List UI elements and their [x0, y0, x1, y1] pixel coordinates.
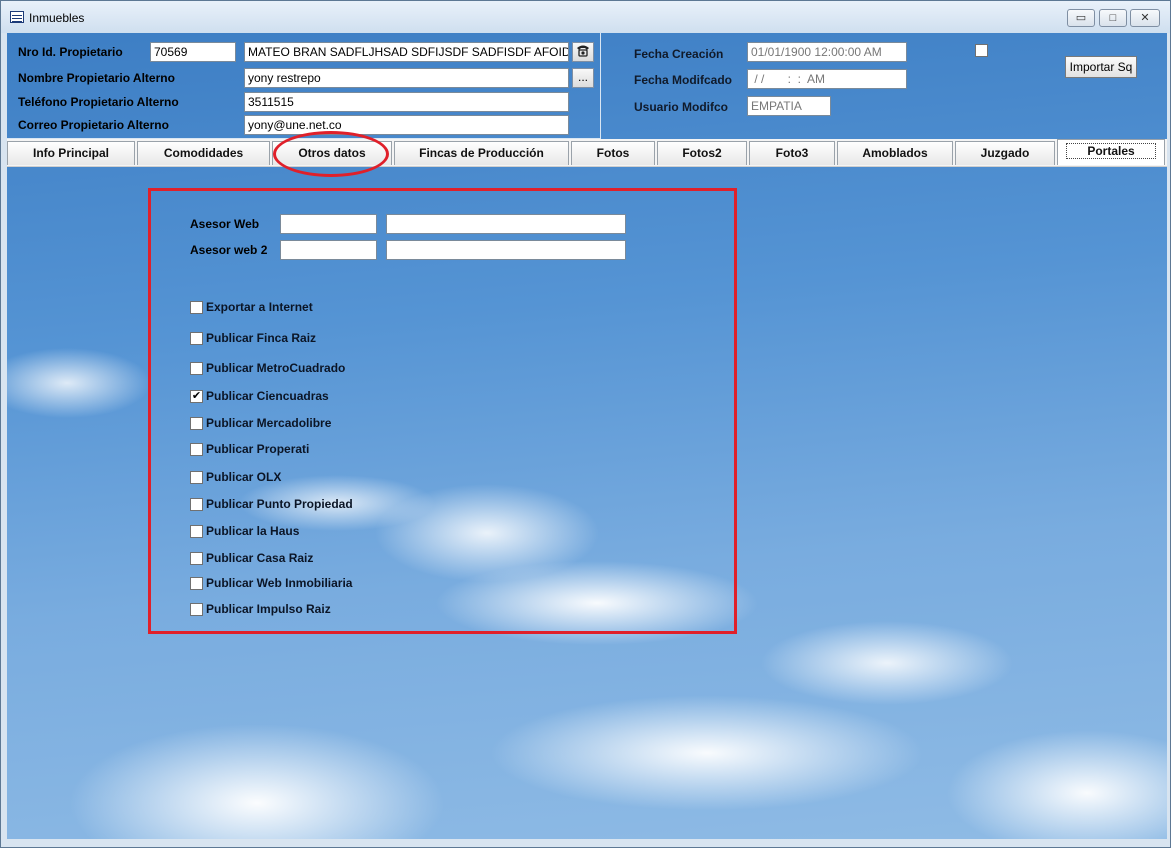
import-sq-button[interactable]: Importar Sq [1065, 56, 1137, 78]
tab-portales[interactable]: Portales [1057, 139, 1165, 165]
table-app-icon [10, 11, 24, 23]
option-label: Publicar Web Inmobiliaria [206, 576, 353, 590]
owner-id-field[interactable]: 70569 [150, 42, 236, 62]
window-title: Inmuebles [29, 11, 85, 25]
alt-phone-label: Teléfono Propietario Alterno [18, 95, 179, 109]
option-label: Publicar Properati [206, 442, 310, 456]
advisor-web2-name-field[interactable] [386, 240, 626, 260]
checkbox[interactable] [190, 577, 203, 590]
option-label: Publicar Punto Propiedad [206, 497, 353, 511]
minimize-button[interactable]: ▭ [1067, 9, 1095, 27]
modified-user-field: EMPATIA [747, 96, 831, 116]
alt-email-field[interactable]: yony@une.net.co [244, 115, 569, 135]
phone-lookup-button[interactable] [572, 42, 594, 62]
advisor-web2-label: Asesor web 2 [190, 243, 268, 257]
tab-amoblados[interactable]: Amoblados [837, 141, 953, 165]
alt-phone-field[interactable]: 3511515 [244, 92, 569, 112]
option-label: Publicar MetroCuadrado [206, 361, 346, 375]
checkbox[interactable] [190, 498, 203, 511]
modified-date-field: / / : : AM [747, 69, 907, 89]
advisor-web2-code-field[interactable] [280, 240, 377, 260]
created-date-field: 01/01/1900 12:00:00 AM [747, 42, 907, 62]
checkbox[interactable] [190, 471, 203, 484]
option-label: Publicar Finca Raiz [206, 331, 317, 345]
checkbox-checked[interactable]: ✔ [190, 390, 203, 403]
tab-fotos2[interactable]: Fotos2 [657, 141, 747, 165]
checkbox[interactable] [190, 552, 203, 565]
tab-juzgado[interactable]: Juzgado [955, 141, 1055, 165]
advisor-web-name-field[interactable] [386, 214, 626, 234]
tab-comodidades[interactable]: Comodidades [137, 141, 270, 165]
advisor-web-code-field[interactable] [280, 214, 377, 234]
maximize-button[interactable]: □ [1099, 9, 1127, 27]
alt-name-browse-button[interactable]: ... [572, 68, 594, 88]
inmuebles-window: Inmuebles ▭ □ ✕ Nro Id. Propietario 7056… [0, 0, 1171, 848]
tab-foto3[interactable]: Foto3 [749, 141, 835, 165]
option-label: Publicar Ciencuadras [206, 389, 329, 403]
created-date-label: Fecha Creación [634, 47, 724, 61]
modified-user-label: Usuario Modifco [634, 100, 729, 114]
option-label: Publicar OLX [206, 470, 282, 484]
option-label: Publicar Casa Raiz [206, 551, 314, 565]
tab-strip: Info Principal Comodidades Otros datos F… [7, 139, 1167, 167]
close-button[interactable]: ✕ [1130, 9, 1160, 27]
tab-fotos[interactable]: Fotos [571, 141, 655, 165]
option-label: Exportar a Internet [206, 300, 313, 314]
tab-otros-datos[interactable]: Otros datos [272, 141, 392, 165]
alt-name-field[interactable]: yony restrepo [244, 68, 569, 88]
alt-email-label: Correo Propietario Alterno [18, 118, 169, 132]
owner-name-field[interactable]: MATEO BRAN SADFLJHSAD SDFIJSDF SADFISDF … [244, 42, 569, 62]
form-client-area: Nro Id. Propietario 70569 MATEO BRAN SAD… [7, 33, 1167, 839]
header-checkbox[interactable] [975, 44, 988, 57]
owner-id-label: Nro Id. Propietario [18, 45, 123, 59]
title-bar[interactable]: Inmuebles ▭ □ ✕ [1, 1, 1170, 33]
advisor-web-label: Asesor Web [190, 217, 260, 231]
modified-date-label: Fecha Modifcado [634, 73, 733, 87]
checkbox[interactable] [190, 443, 203, 456]
alt-name-label: Nombre Propietario Alterno [18, 71, 175, 85]
tab-portales-label: Portales [1066, 143, 1156, 159]
tab-fincas-produccion[interactable]: Fincas de Producción [394, 141, 569, 165]
option-label: Publicar la Haus [206, 524, 300, 538]
telephone-icon [577, 45, 589, 57]
checkbox[interactable] [190, 603, 203, 616]
checkbox[interactable] [190, 301, 203, 314]
checkbox[interactable] [190, 525, 203, 538]
checkbox[interactable] [190, 332, 203, 345]
checkbox[interactable] [190, 362, 203, 375]
option-label: Publicar Mercadolibre [206, 416, 332, 430]
option-label: Publicar Impulso Raiz [206, 602, 331, 616]
tab-info-principal[interactable]: Info Principal [7, 141, 135, 165]
checkbox[interactable] [190, 417, 203, 430]
